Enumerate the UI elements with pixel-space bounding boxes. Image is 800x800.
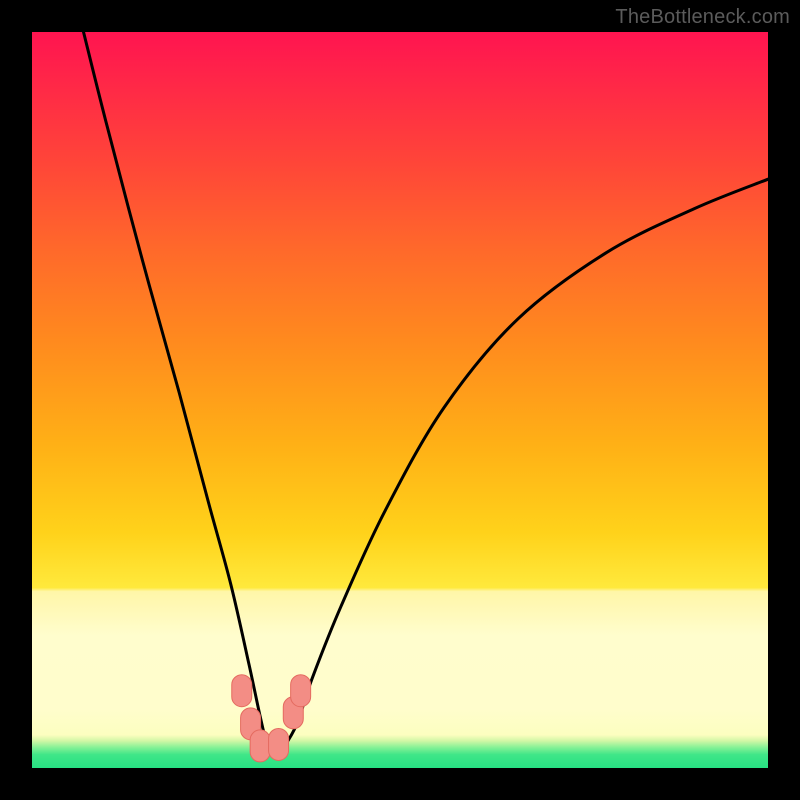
data-marker	[291, 675, 311, 707]
curve-markers	[232, 675, 311, 762]
data-marker	[250, 730, 270, 762]
data-marker	[269, 728, 289, 760]
chart-svg	[32, 32, 768, 768]
data-marker	[232, 675, 252, 707]
watermark-text: TheBottleneck.com	[615, 6, 790, 29]
plot-area	[32, 32, 768, 768]
chart-frame: TheBottleneck.com	[0, 0, 800, 800]
curve-line	[84, 32, 768, 757]
